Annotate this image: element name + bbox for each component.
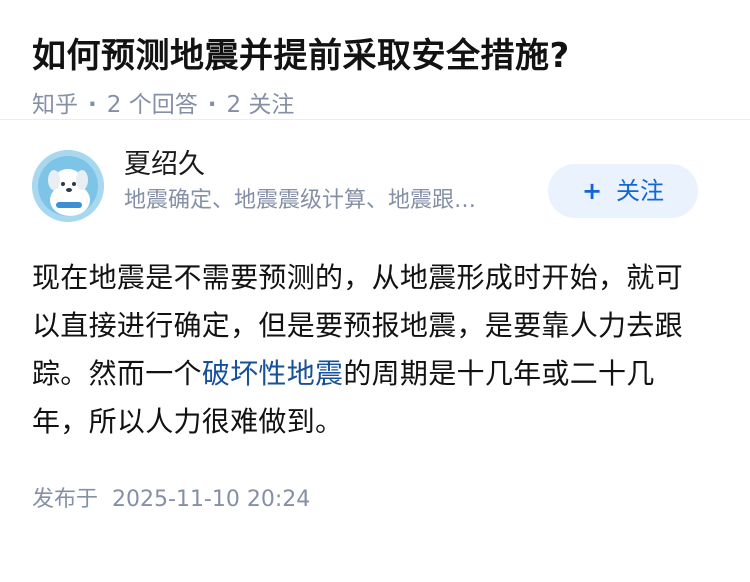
author-name[interactable]: 夏绍久: [124, 146, 544, 184]
question-title[interactable]: 如何预测地震并提前采取安全措施?: [32, 32, 718, 80]
publish-time: 2025-11-10 20:24: [112, 487, 311, 512]
answers-count[interactable]: 2 个回答: [107, 92, 198, 118]
follow-button-label: 关注: [616, 177, 665, 205]
meta-separator: ·: [88, 92, 97, 118]
question-meta: 知乎 · 2 个回答 · 2 关注: [32, 88, 718, 122]
author-info: 夏绍久 地震确定、地震震级计算、地震跟…: [124, 146, 544, 218]
author-row: 夏绍久 地震确定、地震震级计算、地震跟… + 关注: [32, 149, 718, 254]
publish-label: 发布于: [32, 487, 99, 512]
cartoon-dog-avatar-icon: [32, 150, 104, 222]
keyword-link[interactable]: 破坏性地震: [202, 357, 344, 390]
publish-info: 发布于 2025-11-10 20:24: [32, 484, 718, 516]
follow-button[interactable]: + 关注: [548, 164, 698, 218]
meta-separator: ·: [207, 92, 217, 118]
plus-icon: +: [581, 177, 603, 205]
source-label[interactable]: 知乎: [32, 92, 78, 118]
author-bio: 地震确定、地震震级计算、地震跟…: [124, 188, 477, 213]
answer-card: 夏绍久 地震确定、地震震级计算、地震跟… + 关注 现在地震是不需要预测的，从地震…: [0, 149, 750, 516]
question-page: 如何预测地震并提前采取安全措施? 知乎 · 2 个回答 · 2 关注 夏绍久 地…: [0, 0, 750, 582]
answer-content: 现在地震是不需要预测的，从地震形成时开始，就可以直接进行确定，但是要预报地震，是…: [32, 254, 702, 446]
author-avatar[interactable]: [32, 150, 104, 222]
followers-count[interactable]: 2 关注: [226, 92, 294, 118]
question-header: 如何预测地震并提前采取安全措施? 知乎 · 2 个回答 · 2 关注: [0, 0, 750, 120]
